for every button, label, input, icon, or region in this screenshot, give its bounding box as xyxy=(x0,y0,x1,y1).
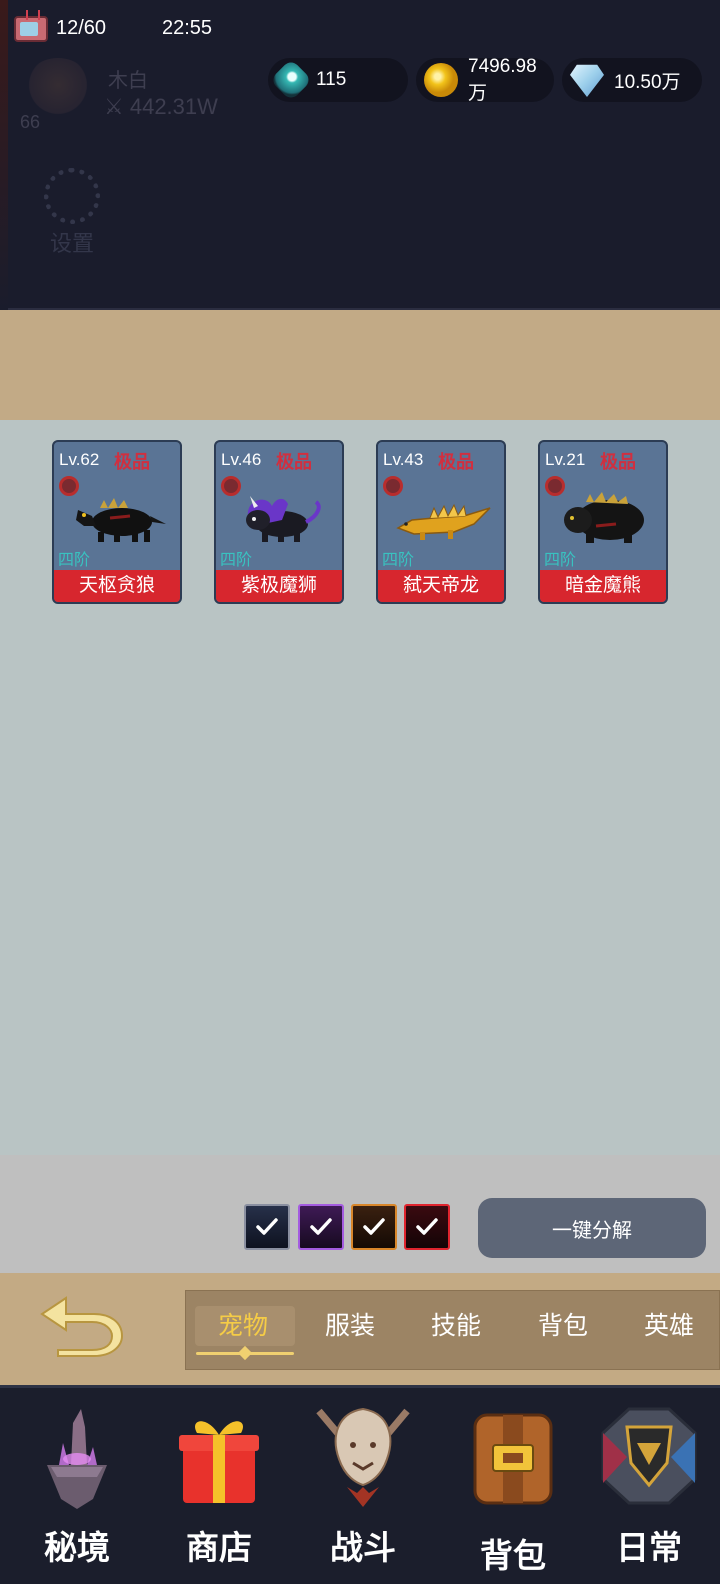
filter-epic-checkbox[interactable] xyxy=(298,1204,344,1250)
nav-label: 秘境 xyxy=(44,1529,110,1566)
pet-name: 紫极魔狮 xyxy=(216,570,342,602)
pet-level: Lv.43 xyxy=(383,450,424,469)
gift-box-icon xyxy=(179,1421,259,1503)
crystal-island-icon xyxy=(47,1409,107,1509)
nav-label: 日常 xyxy=(616,1529,682,1566)
diamond-icon xyxy=(570,64,604,97)
pet-quality: 极品 xyxy=(276,452,312,472)
checkmark-icon xyxy=(363,1218,385,1235)
gem-icon xyxy=(269,58,313,102)
tab-costume[interactable]: 服装 xyxy=(325,1306,375,1342)
gear-icon[interactable] xyxy=(44,168,100,224)
filter-legendary-checkbox[interactable] xyxy=(351,1204,397,1250)
gold-coin-icon xyxy=(424,63,458,97)
checkmark-icon xyxy=(416,1218,438,1235)
lion-crest-icon xyxy=(316,1407,410,1507)
gold-dragon-icon xyxy=(396,503,491,540)
backpack-icon xyxy=(473,1413,553,1505)
nav-backpack[interactable]: 背包 xyxy=(448,1395,578,1575)
purple-lion-icon xyxy=(246,496,321,542)
dark-bear-icon xyxy=(564,492,644,543)
pet-quality: 极品 xyxy=(114,452,150,472)
pet-quality: 极品 xyxy=(438,452,474,472)
top-header: 12/60 22:55 66 木白 ⚔ 442.31W 设置 115 7496.… xyxy=(0,0,720,310)
checkmark-icon xyxy=(256,1218,278,1235)
back-arrow-icon[interactable] xyxy=(36,1290,128,1360)
nav-label: 商店 xyxy=(186,1529,252,1566)
pet-quality: 极品 xyxy=(600,452,636,472)
pet-level: Lv.46 xyxy=(221,450,262,469)
divider-strip xyxy=(0,310,720,420)
tab-pets[interactable]: 宠物 xyxy=(218,1306,268,1342)
pet-name: 弑天帝龙 xyxy=(378,570,504,602)
nav-shop[interactable]: 商店 xyxy=(154,1395,284,1575)
pet-card[interactable]: Lv.43 极品 四阶 弑天帝龙 xyxy=(376,440,506,604)
diamond-amount: 10.50万 xyxy=(614,71,681,93)
pet-name: 暗金魔熊 xyxy=(540,570,666,602)
pet-level: Lv.21 xyxy=(545,450,586,469)
player-level: 66 xyxy=(20,112,41,132)
decompose-all-button[interactable]: 一键分解 xyxy=(478,1198,706,1258)
settings-label[interactable]: 设置 xyxy=(50,226,94,258)
tab-skills[interactable]: 技能 xyxy=(431,1306,481,1342)
player-avatar[interactable] xyxy=(24,58,92,118)
active-tab-underline xyxy=(196,1352,294,1355)
tv-icon[interactable] xyxy=(14,10,48,42)
player-power: ⚔ 442.31W xyxy=(104,94,218,119)
tab-bag[interactable]: 背包 xyxy=(538,1306,588,1342)
checkmark-icon xyxy=(310,1218,332,1235)
gold-amount: 7496.98万 xyxy=(468,55,537,104)
pet-level: Lv.62 xyxy=(59,450,100,469)
black-wolf-icon xyxy=(76,498,166,542)
filter-mythic-checkbox[interactable] xyxy=(404,1204,450,1250)
pet-tier: 四阶 xyxy=(58,552,91,569)
nav-battle[interactable]: 战斗 xyxy=(298,1395,428,1575)
pet-card[interactable]: Lv.21 极品 四阶 暗金魔熊 xyxy=(538,440,668,604)
diamond-currency[interactable]: 10.50万 xyxy=(562,58,702,102)
pet-name: 天枢贪狼 xyxy=(54,570,180,602)
filter-common-checkbox[interactable] xyxy=(244,1204,290,1250)
nav-secret-realm[interactable]: 秘境 xyxy=(12,1395,142,1575)
gem-currency[interactable]: 115 xyxy=(268,58,408,102)
pet-card[interactable]: Lv.46 极品 四阶 紫极魔狮 xyxy=(214,440,344,604)
nav-label: 背包 xyxy=(480,1537,546,1574)
gold-currency[interactable]: 7496.98万 xyxy=(416,55,554,104)
nav-label: 战斗 xyxy=(330,1529,396,1566)
shield-emblem-icon xyxy=(601,1407,697,1505)
pet-tier: 四阶 xyxy=(220,552,253,569)
nav-daily[interactable]: 日常 xyxy=(584,1395,714,1575)
gem-amount: 115 xyxy=(316,69,347,90)
pet-card[interactable]: Lv.62 极品 四阶 天枢贪狼 xyxy=(52,440,182,604)
pet-tier: 四阶 xyxy=(544,552,577,569)
tab-heroes[interactable]: 英雄 xyxy=(644,1306,694,1342)
pet-tier: 四阶 xyxy=(382,552,415,569)
clock: 22:55 xyxy=(162,17,213,39)
energy-counter: 12/60 xyxy=(56,17,107,39)
player-name: 木白 xyxy=(108,70,148,92)
